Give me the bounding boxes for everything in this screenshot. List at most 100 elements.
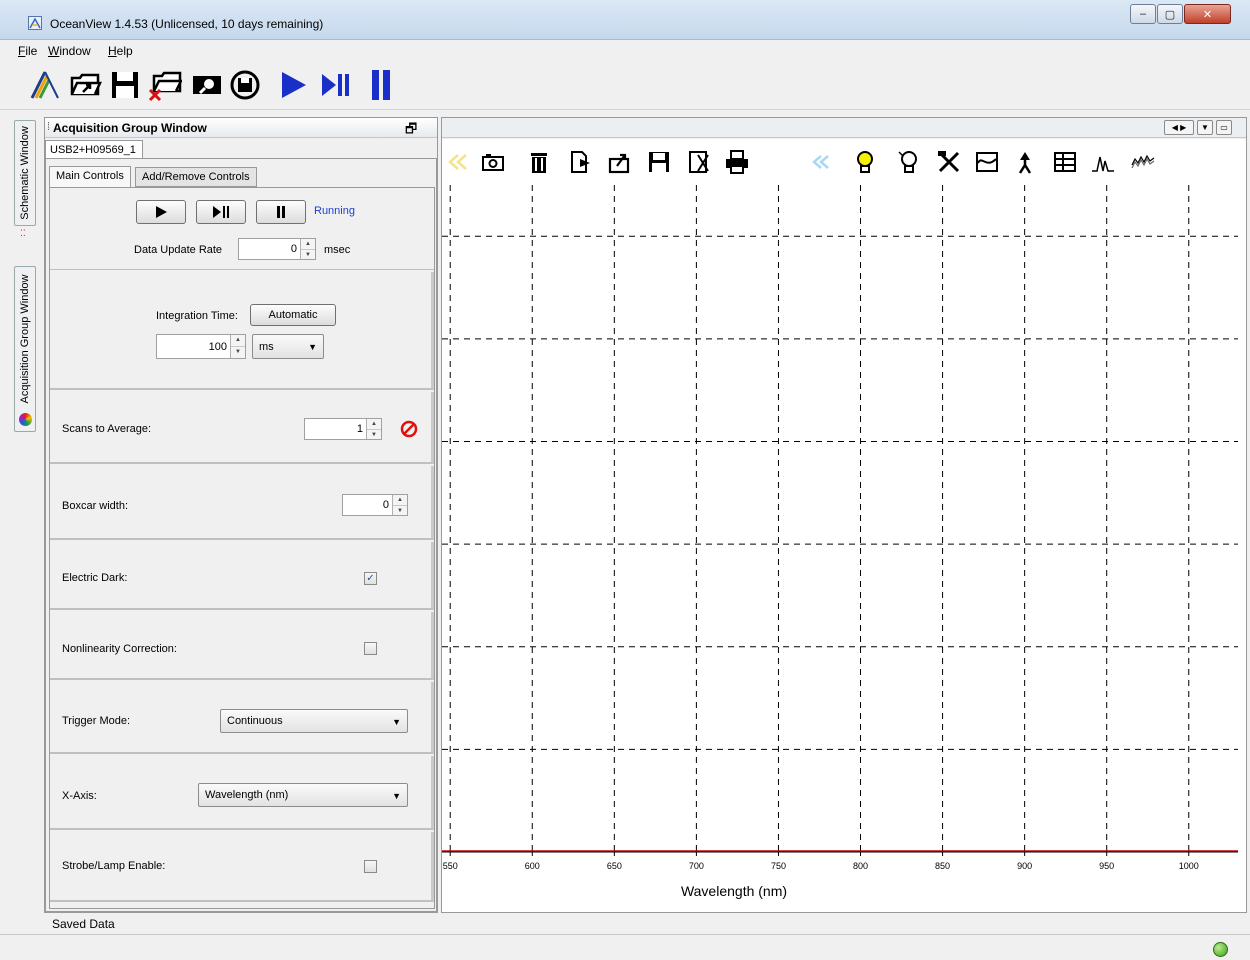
save-to-file-icon[interactable] [686,149,712,175]
play-pause-icon[interactable] [318,68,352,102]
store-reference-lightbulb-icon[interactable] [896,149,922,175]
open-icon[interactable] [68,68,102,102]
maximize-button[interactable]: ▢ [1157,4,1183,24]
scans-to-average-section: Scans to Average: 1 ▲ ▼ [50,392,434,464]
acquisition-title: Acquisition Group Window [53,121,207,135]
x-axis-title: Wavelength (nm) [681,883,787,899]
acquisition-status: Running [314,205,355,217]
strobe-lamp-checkbox[interactable] [364,860,377,873]
tools-hammer-icon[interactable] [936,149,962,175]
tab-main-controls[interactable]: Main Controls [49,166,131,188]
peak-spectrum-icon[interactable] [1090,149,1116,175]
spinner-arrows[interactable]: ▲ ▼ [300,239,315,259]
integration-unit-value: ms [259,341,274,353]
menu-window[interactable]: Window [48,44,91,58]
boxcar-width-label: Boxcar width: [62,500,129,512]
boxcar-width-spinner[interactable]: 0 ▲ ▼ [342,494,408,516]
spin-down-icon[interactable]: ▼ [231,346,245,357]
spin-up-icon[interactable]: ▲ [367,419,381,429]
x-tick-label: 850 [935,861,950,871]
spin-up-icon[interactable]: ▲ [231,335,245,346]
trigger-mode-section: Trigger Mode: Continuous ▼ [50,682,434,754]
tab-scroll-arrows[interactable]: ◀ ▶ [1164,120,1194,135]
title-bar[interactable]: OceanView 1.4.53 (Unlicensed, 10 days re… [0,0,1250,40]
data-table-icon[interactable] [1052,149,1078,175]
x-tick-label: 800 [853,861,868,871]
pause-icon[interactable] [364,68,398,102]
trigger-mode-select[interactable]: Continuous ▼ [220,709,408,733]
scale-graph-icon[interactable] [974,149,1000,175]
print-icon[interactable] [724,149,750,175]
save-icon[interactable] [108,68,142,102]
spinner-arrows[interactable]: ▲ ▼ [366,419,381,439]
boxcar-width-section: Boxcar width: 0 ▲ ▼ [50,466,434,540]
delete-trash-icon[interactable] [526,149,552,175]
close-button[interactable]: ✕ [1184,4,1231,24]
new-project-icon[interactable] [28,68,62,102]
trigger-mode-label: Trigger Mode: [62,715,131,727]
search-device-icon[interactable] [190,68,224,102]
x-axis-label: X-Axis: [62,790,97,802]
boxcar-width-value: 0 [382,499,389,511]
spin-down-icon[interactable]: ▼ [393,505,407,515]
graph-tab-strip: ◀ ▶ ▼ ▭ [442,118,1246,138]
nonlinearity-checkbox[interactable] [364,642,377,655]
overlay-spectra-icon[interactable] [1130,149,1156,175]
spectrum-plot[interactable]: 550 600 650 700 750 800 850 900 950 1000 Wavelengt… [442,185,1246,912]
peak-marker-icon[interactable] [1012,149,1038,175]
spectrum-chart-svg[interactable]: 550 600 650 700 750 800 850 900 950 1000 Wavelengt… [442,185,1246,912]
data-update-rate-spinner[interactable]: 0 ▲ ▼ [238,238,316,260]
spin-down-icon[interactable]: ▼ [367,429,381,439]
save-graph-icon[interactable] [646,149,672,175]
x-tick-label: 650 [607,861,622,871]
acquisition-group-window: ⁞ Acquisition Group Window 🗗 USB2+H09569… [44,117,438,913]
maximize-view-icon[interactable]: ▭ [1216,120,1232,135]
electric-dark-checkbox[interactable]: ✓ [364,572,377,585]
x-axis-value: Wavelength (nm) [205,789,289,801]
play-button[interactable] [136,200,186,224]
tab-add-remove-controls[interactable]: Add/Remove Controls [135,167,257,187]
snapshot-camera-icon[interactable] [480,149,506,175]
integration-time-spinner[interactable]: 100 ▲ ▼ [156,334,246,359]
acquisition-header[interactable]: ⁞ Acquisition Group Window 🗗 [45,118,437,138]
restore-window-icon[interactable]: 🗗 [405,120,417,142]
chevron-down-icon: ▼ [392,717,401,727]
back-arrows-icon[interactable] [808,149,834,175]
pause-button[interactable] [256,200,306,224]
copy-document-icon[interactable] [566,149,592,175]
spinner-arrows[interactable]: ▲ ▼ [230,335,245,358]
export-overlay-icon[interactable] [606,149,632,175]
device-tab[interactable]: USB2+H09569_1 [45,140,143,159]
play-icon[interactable] [276,68,310,102]
automatic-button[interactable]: Automatic [250,304,336,326]
tab-list-dropdown-icon[interactable]: ▼ [1197,120,1213,135]
previous-yellow-icon[interactable] [444,149,470,175]
spin-down-icon[interactable]: ▼ [301,249,315,259]
acquisition-group-window-tab[interactable]: Acquisition Group Window [14,266,36,432]
spinner-arrows[interactable]: ▲ ▼ [392,495,407,515]
data-update-rate-value: 0 [290,243,297,255]
x-axis-select[interactable]: Wavelength (nm) ▼ [198,783,408,807]
menu-help[interactable]: Help [108,44,133,58]
data-update-rate-label: Data Update Rate [134,244,223,256]
pause-icon [277,206,285,218]
status-bar [0,934,1250,960]
scans-to-average-spinner[interactable]: 1 ▲ ▼ [304,418,382,440]
spin-up-icon[interactable]: ▲ [393,495,407,505]
schematic-window-tab[interactable]: Schematic Window [14,120,36,226]
connection-status-led-icon [1213,942,1228,957]
reset-average-icon[interactable] [400,420,418,441]
play-pause-button[interactable] [196,200,246,224]
store-dark-lightbulb-icon[interactable] [852,149,878,175]
chevron-down-icon: ▼ [308,342,317,352]
strobe-lamp-label: Strobe/Lamp Enable: [62,860,166,872]
minimize-button[interactable]: – [1130,4,1156,24]
integration-unit-select[interactable]: ms ▼ [252,334,324,359]
main-controls-panel: Running Data Update Rate 0 ▲ ▼ msec Integ… [49,187,435,909]
spin-up-icon[interactable]: ▲ [301,239,315,249]
device-reset-icon[interactable] [228,68,262,102]
menu-file[interactable]: File [18,44,37,58]
x-tick-label: 700 [689,861,704,871]
strobe-lamp-section: Strobe/Lamp Enable: [50,832,434,902]
close-project-icon[interactable] [148,68,182,102]
